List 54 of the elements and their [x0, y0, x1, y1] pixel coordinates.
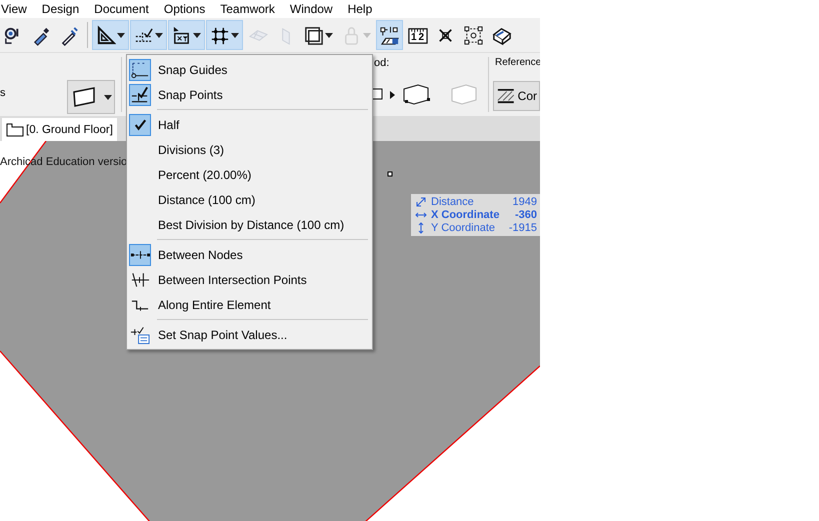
coordinates-icon: [171, 24, 192, 46]
syringe-icon: [59, 24, 80, 46]
triangle-ruler-icon: [95, 24, 116, 46]
caret-icon[interactable]: [193, 32, 201, 38]
hatch-icon: [497, 87, 515, 105]
reference-button[interactable]: Cor: [493, 81, 540, 111]
wall-icon: [72, 86, 98, 108]
tracker-label: X Coordinate: [431, 209, 500, 221]
menu-item[interactable]: Window: [288, 2, 341, 16]
tool-button[interactable]: 12: [404, 20, 431, 50]
menu-item[interactable]: Set Snap Point Values...: [127, 322, 372, 347]
tool-button[interactable]: [206, 20, 243, 50]
menu-item[interactable]: Percent (20.00%): [127, 162, 372, 187]
menu-item[interactable]: Design: [40, 2, 88, 16]
menu-item[interactable]: Snap Points: [127, 82, 372, 107]
menu-item[interactable]: View: [0, 2, 35, 16]
menu-item[interactable]: Snap Guides: [127, 57, 372, 82]
menu-item[interactable]: Divisions (3): [127, 137, 372, 162]
tracker-value: -360: [514, 209, 538, 221]
caret-icon[interactable]: [117, 32, 125, 38]
menu-item[interactable]: Options: [162, 2, 214, 16]
menu-item[interactable]: Between Intersection Points: [127, 267, 372, 292]
caret-icon[interactable]: [325, 32, 333, 38]
menu-item[interactable]: Document: [93, 2, 157, 16]
menu-item[interactable]: Teamwork: [219, 2, 283, 16]
cursor-point: [388, 172, 392, 176]
menu-item[interactable]: Half: [127, 112, 372, 137]
menu-item[interactable]: Along Entire Element: [127, 292, 372, 317]
caret-icon[interactable]: [231, 32, 239, 38]
floor-plan-icon: [6, 122, 24, 136]
tracker-label: Distance: [431, 196, 475, 208]
menu-item[interactable]: Best Division by Distance (100 cm): [127, 212, 372, 237]
tool-button[interactable]: [168, 20, 205, 50]
floor-tab[interactable]: [0. Ground Floor]: [2, 118, 117, 141]
menu-item[interactable]: Distance (100 cm): [127, 187, 372, 212]
caret-icon: [104, 94, 112, 100]
tracker-value: 1949: [512, 196, 538, 208]
tool-button[interactable]: [130, 20, 167, 50]
tool-button[interactable]: [376, 20, 403, 50]
layers-icon: [303, 24, 324, 46]
ruler-digits: 12: [411, 32, 426, 43]
bounding-box-icon: [463, 24, 484, 46]
tracker-label: Y Coordinate: [431, 222, 496, 234]
tracker-value: -1915: [508, 222, 538, 234]
method-label: od:: [374, 57, 390, 69]
menu-item[interactable]: Between Nodes: [127, 242, 372, 267]
wall-type-button[interactable]: [67, 80, 115, 114]
snap-points-icon: [130, 84, 150, 105]
field-label: s: [0, 87, 6, 99]
diagonal-arrow-icon: [415, 196, 427, 208]
tool-button[interactable]: [92, 20, 129, 50]
caret-icon[interactable]: [155, 32, 163, 38]
editing-plane-icon: [379, 24, 400, 46]
menu-item[interactable]: Help: [346, 2, 380, 16]
